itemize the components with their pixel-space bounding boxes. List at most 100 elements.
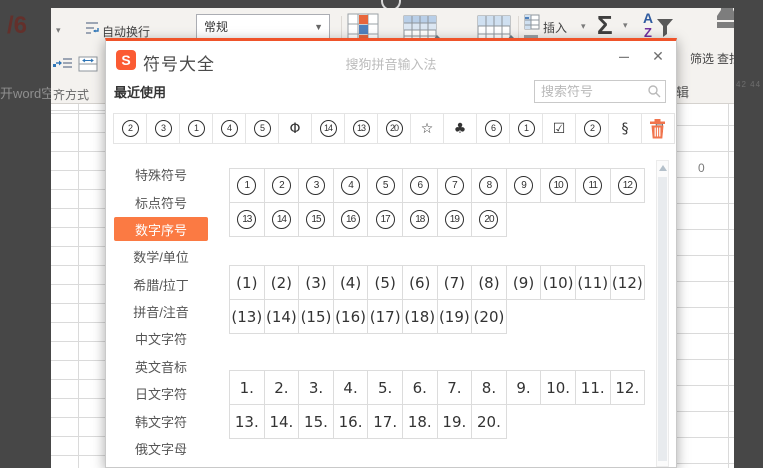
category-item[interactable]: 韩文字符 — [114, 409, 208, 433]
symbol-cell[interactable]: 20 — [471, 202, 507, 237]
insert-button[interactable]: 插入 — [543, 19, 567, 36]
symbol-cell[interactable]: 5. — [367, 370, 403, 405]
symbol-cell[interactable]: 20. — [471, 404, 507, 439]
symbol-cell[interactable]: (5) — [367, 265, 403, 300]
search-input[interactable] — [534, 80, 666, 103]
category-item[interactable]: 英文音标 — [114, 354, 208, 378]
symbol-cell[interactable]: 6 — [401, 168, 438, 203]
symbol-cell[interactable]: 16 — [332, 202, 369, 237]
symbol-cell[interactable]: 9 — [505, 168, 542, 203]
recent-symbol-cell[interactable]: 20 — [377, 113, 411, 144]
symbol-cell[interactable]: (11) — [574, 265, 611, 300]
symbol-cell[interactable]: 7 — [436, 168, 473, 203]
symbol-cell[interactable]: 12. — [609, 370, 646, 405]
symbol-cell[interactable]: 8. — [471, 370, 507, 405]
recent-symbol-cell[interactable]: 5 — [245, 113, 279, 144]
cell-value[interactable]: 0 — [698, 161, 705, 175]
symbol-cell[interactable]: 2. — [263, 370, 300, 405]
symbol-cell[interactable]: 10 — [540, 168, 576, 203]
recent-symbol-cell[interactable]: 14 — [311, 113, 345, 144]
symbol-cell[interactable]: (14) — [263, 299, 300, 334]
symbol-cell[interactable]: 12 — [609, 168, 646, 203]
symbol-cell[interactable]: (18) — [401, 299, 438, 334]
symbol-cell[interactable]: 7. — [436, 370, 473, 405]
symbol-cell[interactable]: 6. — [401, 370, 438, 405]
symbol-cell[interactable]: 11. — [574, 370, 611, 405]
search-icon[interactable] — [648, 85, 661, 98]
symbol-cell[interactable]: (6) — [401, 265, 438, 300]
symbol-cell[interactable]: 14. — [263, 404, 300, 439]
category-item[interactable]: 希腊/拉丁 — [114, 272, 208, 296]
find-select-icon[interactable] — [713, 8, 734, 41]
category-item[interactable]: 特殊符号 — [114, 163, 208, 187]
symbol-cell[interactable]: (16) — [332, 299, 369, 334]
recent-symbol-cell[interactable]: ☆ — [410, 113, 444, 144]
recent-symbol-cell[interactable]: ♣ — [443, 113, 477, 144]
symbol-cell[interactable]: (15) — [298, 299, 334, 334]
symbol-cell[interactable]: 3. — [298, 370, 334, 405]
symbol-cell[interactable]: (3) — [298, 265, 334, 300]
symbol-cell[interactable]: 17. — [367, 404, 403, 439]
category-item[interactable]: 拼音/注音 — [114, 300, 208, 324]
symbol-cell[interactable]: (19) — [436, 299, 473, 334]
chevron-down-icon[interactable]: ▼ — [314, 15, 323, 39]
recent-symbol-cell[interactable]: § — [608, 113, 642, 144]
minimize-button[interactable]: – — [614, 46, 634, 66]
wrap-text-icon[interactable] — [84, 20, 100, 41]
autosum-button[interactable]: Σ — [597, 12, 613, 38]
symbol-cell[interactable]: (13) — [229, 299, 265, 334]
symbol-cell[interactable]: 19. — [436, 404, 473, 439]
symbol-cell[interactable]: 15. — [298, 404, 334, 439]
number-format-select[interactable]: 常规 ▼ — [196, 14, 330, 40]
symbol-cell[interactable]: (17) — [367, 299, 403, 334]
recent-symbol-cell[interactable]: 1 — [179, 113, 213, 144]
symbol-cell[interactable]: (2) — [263, 265, 300, 300]
symbol-cell[interactable]: 11 — [574, 168, 611, 203]
symbol-cell[interactable]: 5 — [367, 168, 403, 203]
chevron-down-icon[interactable]: ▾ — [581, 21, 586, 32]
category-item[interactable]: 制表符 — [114, 464, 208, 467]
symbol-cell[interactable]: (1) — [229, 265, 265, 300]
symbol-cell[interactable]: 9. — [505, 370, 542, 405]
symbol-cell[interactable]: 13 — [229, 202, 265, 237]
symbol-cell[interactable]: (8) — [471, 265, 507, 300]
scroll-up-icon[interactable] — [658, 165, 667, 171]
symbol-cell[interactable]: (12) — [609, 265, 646, 300]
symbol-cell[interactable]: 17 — [367, 202, 403, 237]
chevron-down-icon[interactable]: ▾ — [623, 20, 628, 31]
symbol-cell[interactable]: 15 — [298, 202, 334, 237]
category-item[interactable]: 数字序号 — [114, 217, 208, 242]
symbol-cell[interactable]: (4) — [332, 265, 369, 300]
recent-symbol-cell[interactable]: 2 — [575, 113, 609, 144]
chevron-down-icon[interactable]: ▾ — [56, 25, 61, 36]
symbol-cell[interactable]: 1. — [229, 370, 265, 405]
category-item[interactable]: 数学/单位 — [114, 245, 208, 269]
symbol-cell[interactable]: (9) — [505, 265, 542, 300]
symbol-cell[interactable]: 8 — [471, 168, 507, 203]
indent-icon[interactable] — [55, 56, 73, 77]
symbol-cell[interactable]: 3 — [298, 168, 334, 203]
symbol-cell[interactable]: 10. — [540, 370, 576, 405]
merge-cells-icon[interactable] — [78, 56, 98, 77]
category-item[interactable]: 标点符号 — [114, 190, 208, 214]
recent-symbol-cell[interactable]: 2 — [113, 113, 147, 144]
category-item[interactable]: 中文字符 — [114, 327, 208, 351]
recent-symbol-cell[interactable]: Φ — [278, 113, 312, 144]
scrollbar[interactable] — [656, 160, 669, 467]
recent-symbol-cell[interactable]: 6 — [476, 113, 510, 144]
symbol-cell[interactable]: 4 — [332, 168, 369, 203]
category-item[interactable]: 俄文字母 — [114, 436, 208, 460]
symbol-cell[interactable]: 18. — [401, 404, 438, 439]
symbol-cell[interactable]: 1 — [229, 168, 265, 203]
insert-cells-icon[interactable] — [524, 14, 540, 35]
recent-symbol-cell[interactable]: 4 — [212, 113, 246, 144]
find-replace-button[interactable]: 查找替 — [717, 50, 734, 67]
category-item[interactable]: 日文字符 — [114, 382, 208, 406]
symbol-cell[interactable]: 14 — [263, 202, 300, 237]
recent-symbol-cell[interactable]: 1 — [509, 113, 543, 144]
recent-symbol-cell[interactable]: 13 — [344, 113, 378, 144]
recent-symbol-cell[interactable]: 3 — [146, 113, 180, 144]
filter-button[interactable]: 筛选 — [690, 50, 714, 67]
symbol-cell[interactable]: 18 — [401, 202, 438, 237]
close-button[interactable]: ✕ — [648, 46, 668, 66]
